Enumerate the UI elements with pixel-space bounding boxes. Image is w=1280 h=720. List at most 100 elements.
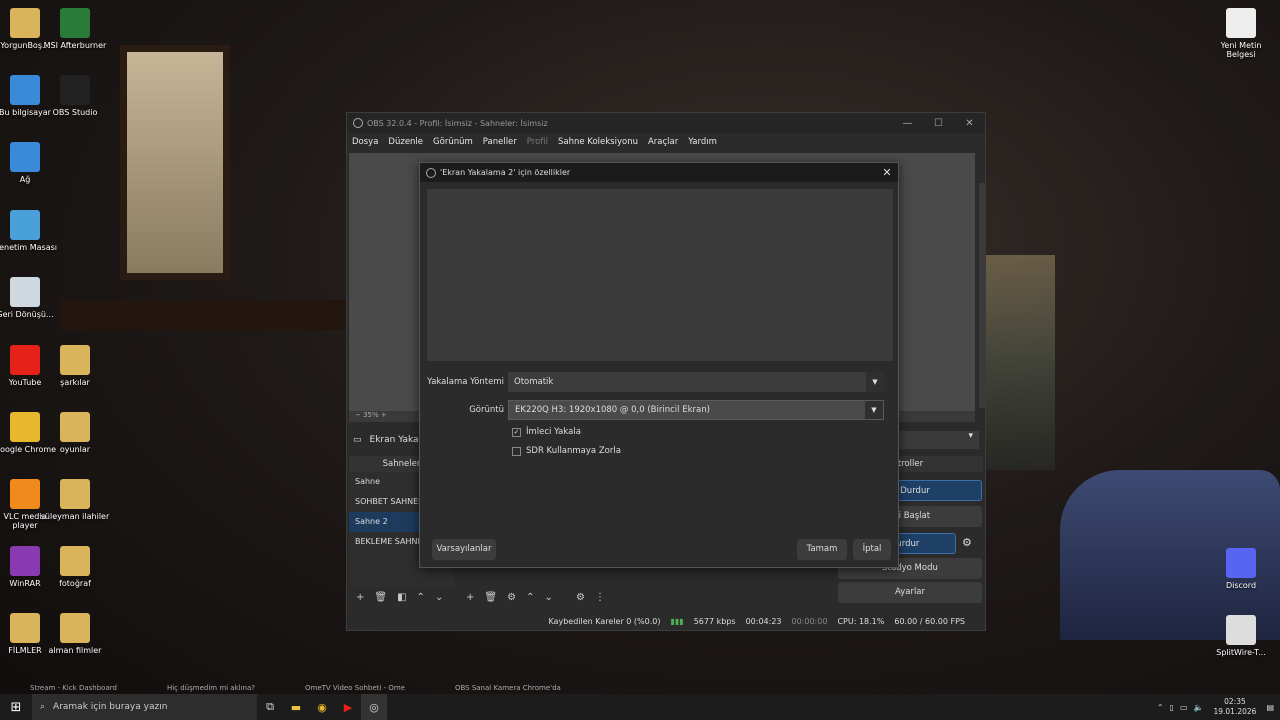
task-view-icon[interactable]: ⧉ bbox=[257, 694, 283, 720]
more-icon[interactable]: ⋮ bbox=[595, 592, 605, 603]
display-row: Görüntü EK220Q H3: 1920x1080 @ 0,0 (Biri… bbox=[420, 400, 900, 420]
app-icon bbox=[10, 479, 40, 509]
preview-scrollbar[interactable] bbox=[979, 183, 985, 408]
menu-scene-collection[interactable]: Sahne Koleksiyonu bbox=[558, 137, 638, 147]
browser-tab[interactable]: OmeTV Video Sohbeti - Ome bbox=[305, 684, 405, 694]
desktop-icon-label: oyunlar bbox=[59, 445, 91, 454]
fps: 60.00 / 60.00 FPS bbox=[894, 616, 965, 626]
menu-help[interactable]: Yardım bbox=[688, 137, 717, 147]
background-shelf bbox=[60, 300, 350, 330]
desktop-icon-label: süleyman ilahiler bbox=[40, 512, 110, 521]
recording-time: 00:04:23 bbox=[745, 616, 782, 626]
cpu-usage: CPU: 18.1% bbox=[837, 616, 885, 626]
network-icon[interactable]: ▭ bbox=[1180, 703, 1188, 712]
gear-icon[interactable]: ⚙ bbox=[507, 592, 516, 603]
desktop-icon[interactable]: SplitWire-T... bbox=[1206, 615, 1276, 657]
browser-tab[interactable]: OBS Sanal Kamera Chrome'da bbox=[455, 684, 561, 694]
obs-logo-icon bbox=[353, 118, 363, 128]
defaults-button[interactable]: Varsayılanlar bbox=[432, 539, 496, 560]
browser-tab[interactable]: Stream - Kick Dashboard bbox=[30, 684, 117, 694]
chevron-down-icon[interactable]: ⌄ bbox=[435, 592, 443, 603]
usb-icon[interactable]: ▯ bbox=[1170, 703, 1174, 712]
force-sdr-checkbox[interactable]: SDR Kullanmaya Zorla bbox=[512, 446, 621, 456]
source-label: Ekran Yakala bbox=[369, 435, 427, 445]
desktop-icon[interactable]: süleyman ilahiler bbox=[40, 479, 110, 521]
desktop-icon[interactable]: şarkılar bbox=[40, 345, 110, 387]
desktop-icon[interactable]: Yeni Metin Belgesi bbox=[1206, 8, 1276, 59]
background-window bbox=[985, 255, 1055, 470]
menu-tools[interactable]: Araçlar bbox=[648, 137, 678, 147]
capture-cursor-checkbox[interactable]: ✓ İmleci Yakala bbox=[512, 427, 581, 437]
chevron-up-icon[interactable]: ⌃ bbox=[417, 592, 425, 603]
add-icon[interactable]: + bbox=[356, 592, 364, 603]
desktop-icon[interactable]: alman filmler bbox=[40, 613, 110, 655]
stream-time: 00:00:00 bbox=[791, 616, 828, 626]
desktop-icon[interactable]: OBS Studio bbox=[40, 75, 110, 117]
app-icon bbox=[1226, 615, 1256, 645]
chevron-down-icon[interactable]: ⌄ bbox=[544, 592, 552, 603]
obs-logo-icon bbox=[426, 167, 436, 178]
youtube-icon[interactable]: ▶ bbox=[335, 694, 361, 720]
settings-button[interactable]: Ayarlar bbox=[838, 582, 982, 603]
app-icon bbox=[10, 412, 40, 442]
app-icon bbox=[10, 546, 40, 576]
notification-icon[interactable]: ▤ bbox=[1266, 703, 1274, 712]
display-select[interactable]: EK220Q H3: 1920x1080 @ 0,0 (Birincil Ekr… bbox=[508, 400, 884, 420]
obs-menubar: Dosya Düzenle Görünüm Paneller Profil Sa… bbox=[347, 133, 985, 151]
obs-taskbar-icon[interactable]: ◎ bbox=[361, 694, 387, 720]
audio-settings-icon[interactable]: ⚙ bbox=[576, 592, 585, 603]
trash-icon[interactable]: 🗑 bbox=[484, 592, 497, 603]
desktop-icon-label: Ağ bbox=[19, 175, 31, 184]
desktop-icon[interactable]: Ağ bbox=[0, 142, 60, 184]
desktop-icon[interactable]: oyunlar bbox=[40, 412, 110, 454]
capture-cursor-label: İmleci Yakala bbox=[526, 427, 581, 437]
gear-icon[interactable]: ⚙ bbox=[962, 536, 972, 549]
desktop-icon-label: Denetim Masası bbox=[0, 243, 58, 252]
dialog-title: 'Ekran Yakalama 2' için özellikler bbox=[440, 168, 571, 177]
add-icon[interactable]: + bbox=[466, 592, 474, 603]
menu-edit[interactable]: Düzenle bbox=[388, 137, 423, 147]
browser-tab[interactable]: Hiç düşmedim mi aklına? bbox=[167, 684, 255, 694]
filter-icon[interactable]: ◧ bbox=[397, 592, 406, 603]
menu-profile[interactable]: Profil bbox=[527, 137, 548, 147]
minimize-icon[interactable]: — bbox=[892, 118, 923, 129]
chevron-down-icon: ▼ bbox=[865, 401, 883, 419]
app-icon bbox=[60, 412, 90, 442]
menu-file[interactable]: Dosya bbox=[352, 137, 378, 147]
clock-date: 19.01.2026 bbox=[1213, 707, 1257, 716]
desktop-icon[interactable]: fotoğraf bbox=[40, 546, 110, 588]
search-icon: ⌕ bbox=[40, 702, 46, 712]
ok-button[interactable]: Tamam bbox=[797, 539, 847, 560]
display-value: EK220Q H3: 1920x1080 @ 0,0 (Birincil Ekr… bbox=[515, 405, 710, 415]
close-icon[interactable]: ✕ bbox=[954, 118, 985, 129]
desktop-icon-label: şarkılar bbox=[60, 378, 90, 387]
desktop-icon[interactable]: Geri Dönüşü... bbox=[0, 277, 60, 319]
maximize-icon[interactable]: ☐ bbox=[923, 118, 954, 129]
dropped-frames: Kaybedilen Kareler 0 (%0.0) bbox=[548, 616, 661, 626]
desktop-icon[interactable]: MSI Afterburner bbox=[40, 8, 110, 50]
taskbar-search[interactable]: ⌕ Aramak için buraya yazın bbox=[32, 694, 257, 720]
properties-dialog: 'Ekran Yakalama 2' için özellikler ✕ Yak… bbox=[419, 162, 899, 568]
capture-method-select[interactable]: Otomatik ▼ bbox=[508, 372, 884, 392]
desktop-icon[interactable]: Discord bbox=[1206, 548, 1276, 590]
bitrate: 5677 kbps bbox=[693, 616, 736, 626]
checkbox-icon: ✓ bbox=[512, 427, 521, 437]
cancel-button[interactable]: İptal bbox=[853, 539, 891, 560]
app-icon bbox=[10, 277, 40, 307]
chrome-icon[interactable]: ◉ bbox=[309, 694, 335, 720]
desktop-icon[interactable]: Denetim Masası bbox=[0, 210, 60, 252]
chevron-up-icon[interactable]: ⌃ bbox=[526, 592, 534, 603]
capture-preview bbox=[427, 189, 893, 361]
sources-toolbar: + 🗑 ⚙ ⌃ ⌄ bbox=[461, 588, 558, 606]
chevron-up-icon[interactable]: ⌃ bbox=[1157, 703, 1164, 712]
file-explorer-icon[interactable]: ▬ bbox=[283, 694, 309, 720]
volume-icon[interactable]: 🔈 bbox=[1194, 703, 1204, 712]
windows-start-icon[interactable]: ⊞ bbox=[0, 700, 32, 715]
clock[interactable]: 02:35 19.01.2026 bbox=[1213, 697, 1256, 717]
menu-view[interactable]: Görünüm bbox=[433, 137, 473, 147]
close-icon[interactable]: ✕ bbox=[876, 166, 898, 179]
menu-docks[interactable]: Paneller bbox=[483, 137, 517, 147]
capture-method-value: Otomatik bbox=[514, 377, 554, 387]
trash-icon[interactable]: 🗑 bbox=[374, 592, 387, 603]
app-icon bbox=[10, 613, 40, 643]
